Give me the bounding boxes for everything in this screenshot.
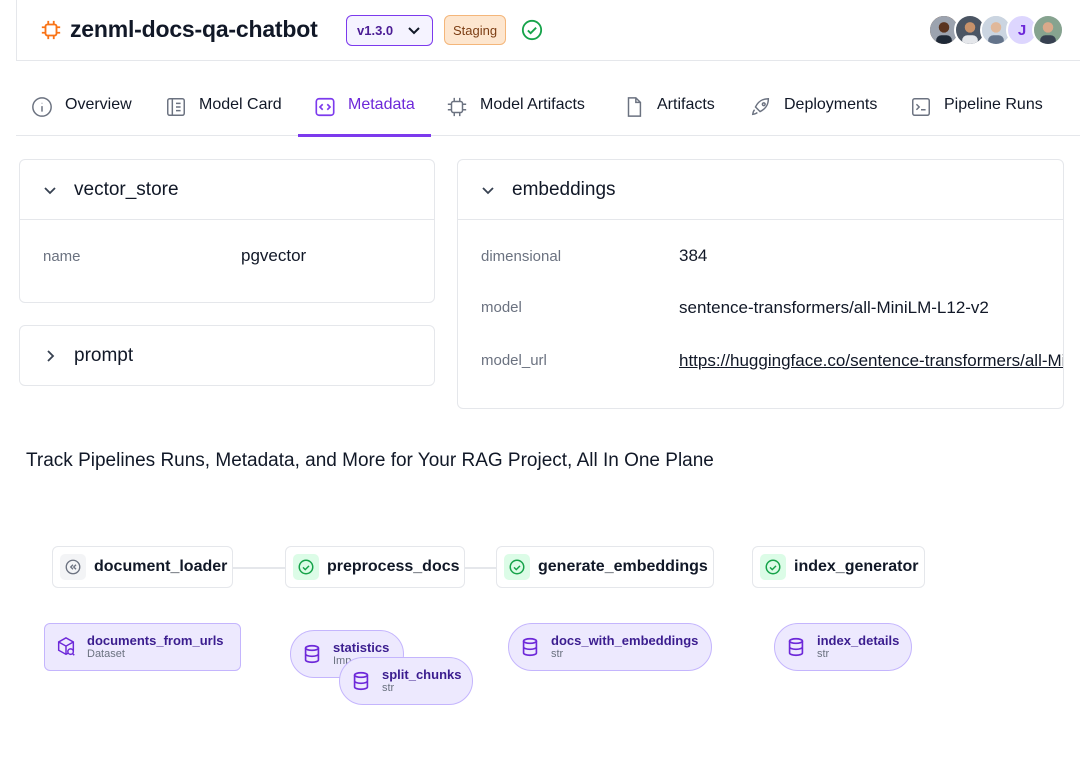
- artifact-name: docs_with_embeddings: [551, 633, 699, 648]
- terminal-icon: [912, 98, 930, 116]
- model-header: zenml-docs-qa-chatbot v1.3.0 Staging J: [16, 0, 1080, 61]
- artifact-type: str: [382, 682, 395, 694]
- dag-artifact-index-details[interactable]: index_details str: [774, 623, 912, 671]
- tab-label: Model Artifacts: [480, 96, 585, 113]
- version-dropdown[interactable]: v1.3.0: [346, 15, 433, 46]
- metadata-card-vector-store: vector_store name pgvector: [19, 159, 435, 303]
- artifact-name: statistics: [333, 640, 390, 655]
- avatar-group: J: [928, 14, 1064, 46]
- dataset-icon: [57, 636, 75, 656]
- tab-deployments[interactable]: Deployments: [750, 84, 877, 136]
- dag-artifact-split-chunks[interactable]: split_chunks str: [339, 657, 473, 705]
- step-label: generate_embeddings: [538, 558, 708, 575]
- tab-overview[interactable]: Overview: [31, 84, 132, 136]
- tab-label: Metadata: [348, 96, 415, 113]
- metadata-card-embeddings: embeddings dimensional 384 model sentenc…: [457, 159, 1064, 409]
- dag-edge: [464, 567, 497, 569]
- metadata-card-prompt: prompt: [19, 325, 435, 386]
- dag-step-generate-embeddings[interactable]: generate_embeddings: [496, 546, 714, 588]
- artifact-name: documents_from_urls: [87, 633, 224, 648]
- tagline: Track Pipelines Runs, Metadata, and More…: [26, 450, 714, 471]
- model-title: zenml-docs-qa-chatbot: [70, 16, 318, 42]
- cached-icon: [60, 554, 86, 580]
- tab-label: Pipeline Runs: [944, 96, 1043, 113]
- chip-icon: [447, 97, 467, 117]
- tab-label: Overview: [65, 96, 132, 113]
- card-header[interactable]: vector_store: [20, 160, 434, 219]
- metadata-key: model: [481, 299, 522, 316]
- tab-model-artifacts[interactable]: Model Artifacts: [446, 84, 585, 136]
- database-icon: [522, 637, 538, 657]
- check-circle-icon: [293, 554, 319, 580]
- card-title: embeddings: [512, 178, 616, 200]
- database-icon: [353, 671, 369, 691]
- tab-model-card[interactable]: Model Card: [165, 84, 282, 136]
- metadata-key: name: [43, 248, 81, 265]
- chevron-down-icon: [408, 27, 420, 35]
- metadata-link[interactable]: https://huggingface.co/sentence-transfor…: [679, 351, 1063, 371]
- avatar[interactable]: [1032, 14, 1064, 46]
- artifact-type: str: [551, 648, 564, 660]
- code-icon: [315, 97, 335, 117]
- step-label: document_loader: [94, 558, 228, 575]
- card-title: vector_store: [74, 178, 179, 200]
- chevron-down-icon: [482, 186, 494, 194]
- card-header[interactable]: embeddings: [458, 160, 1063, 219]
- file-icon: [627, 97, 642, 117]
- metadata-value: sentence-transformers/all-MiniLM-L12-v2: [679, 298, 989, 317]
- chevron-right-icon: [47, 349, 55, 362]
- tab-label: Artifacts: [657, 96, 715, 113]
- rocket-icon: [751, 98, 770, 116]
- artifact-name: split_chunks: [382, 667, 462, 682]
- tab-label: Model Card: [199, 96, 282, 113]
- book-icon: [167, 98, 185, 116]
- card-header[interactable]: prompt: [20, 326, 434, 385]
- metadata-value: pgvector: [241, 246, 307, 265]
- stage-badge: Staging: [444, 15, 507, 45]
- chevron-down-icon: [44, 186, 56, 194]
- tab-artifacts[interactable]: Artifacts: [623, 84, 715, 136]
- dag-step-index-generator[interactable]: index_generator: [752, 546, 925, 588]
- tab-bar: Overview Model Card Metadata Model Artif…: [16, 84, 1080, 137]
- check-circle-icon: [760, 554, 786, 580]
- dag-artifact-docs-with-embeddings[interactable]: docs_with_embeddings str: [508, 623, 712, 671]
- dag-edge: [232, 567, 286, 569]
- database-icon: [788, 637, 804, 657]
- info-icon: [32, 97, 52, 117]
- dag-step-preprocess-docs[interactable]: preprocess_docs: [285, 546, 465, 588]
- tab-label: Deployments: [784, 96, 878, 113]
- database-icon: [304, 644, 320, 664]
- check-circle-icon: [521, 19, 543, 41]
- artifact-name: index_details: [817, 633, 900, 648]
- metadata-value: 384: [679, 246, 708, 265]
- artifact-type: str: [817, 648, 830, 660]
- metadata-key: model_url: [481, 352, 547, 369]
- dag-step-document-loader[interactable]: document_loader: [52, 546, 233, 588]
- tab-pipeline-runs[interactable]: Pipeline Runs: [910, 84, 1043, 136]
- tab-metadata[interactable]: Metadata: [298, 84, 431, 137]
- chip-icon: [41, 20, 61, 40]
- version-label: v1.3.0: [357, 23, 394, 38]
- step-label: index_generator: [794, 558, 919, 575]
- card-title: prompt: [74, 344, 134, 366]
- dag-artifact-documents-from-urls[interactable]: documents_from_urls Dataset: [44, 623, 241, 671]
- artifact-type: Dataset: [87, 648, 125, 660]
- step-label: preprocess_docs: [327, 558, 460, 575]
- check-circle-icon: [504, 554, 530, 580]
- metadata-key: dimensional: [481, 248, 562, 265]
